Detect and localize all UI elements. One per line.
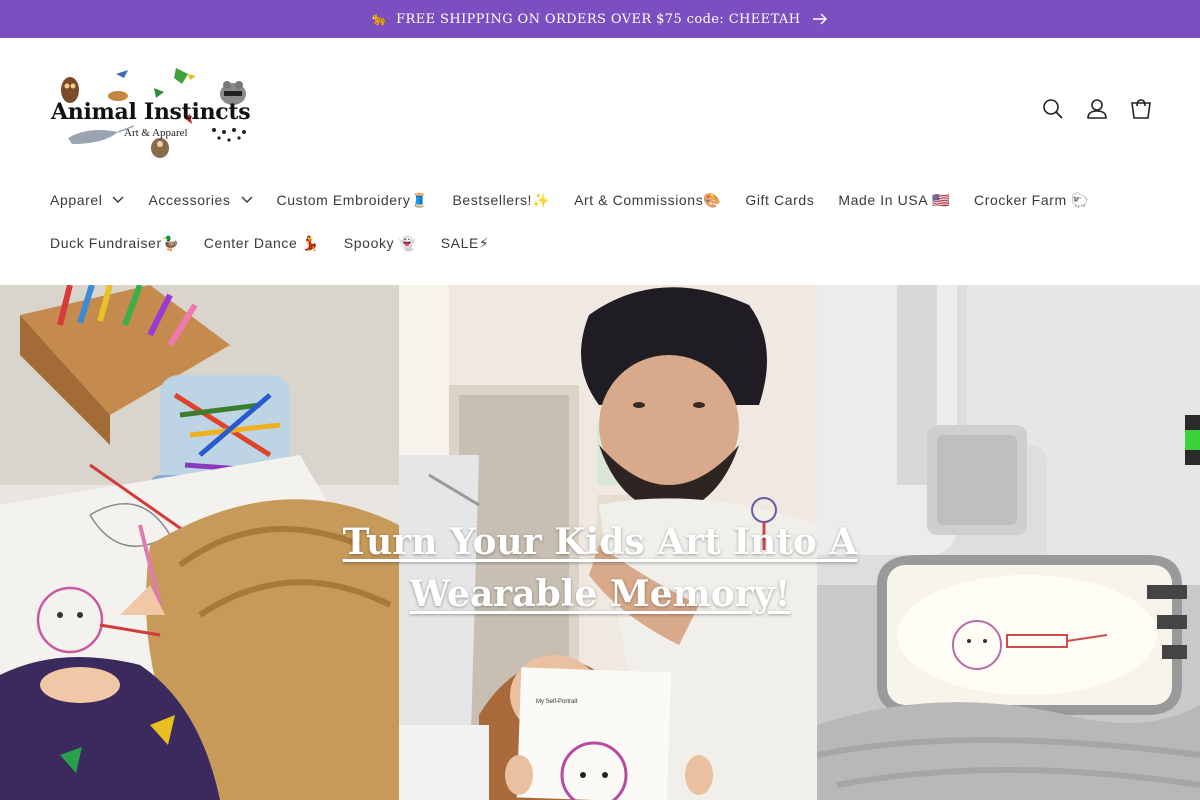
nav-item-center-dance[interactable]: Center Dance 💃	[204, 235, 320, 252]
nav-item-crocker-farm[interactable]: Crocker Farm 🐑	[974, 192, 1089, 209]
announcement-bar[interactable]: 🐆 FREE SHIPPING ON ORDERS OVER $75 code:…	[0, 0, 1200, 38]
nav-item-gift-cards[interactable]: Gift Cards	[745, 192, 814, 208]
nav-item-label: Duck Fundraiser🦆	[50, 234, 180, 251]
nav-item-spooky[interactable]: Spooky 👻	[344, 235, 417, 252]
nav-item-bestsellers[interactable]: Bestsellers!✨	[452, 192, 550, 209]
nav-item-label: Apparel	[50, 192, 103, 208]
cart-icon[interactable]	[1130, 98, 1152, 120]
search-icon[interactable]	[1042, 98, 1064, 120]
nav-item-label: Bestsellers!✨	[452, 191, 551, 208]
logo-name: Animal Instincts	[51, 99, 251, 125]
nav-item-label: Custom Embroidery🧵	[276, 191, 429, 208]
nav-row-1: Apparel Accessories Custom Embroidery🧵 B…	[50, 188, 1150, 212]
account-icon[interactable]	[1086, 98, 1108, 120]
arrow-right-icon	[813, 13, 828, 25]
nav-item-sale[interactable]: SALE⚡	[441, 235, 490, 252]
chevron-down-icon	[112, 196, 124, 203]
nav-item-label: Accessories	[148, 192, 231, 208]
nav-item-duck-fundraiser[interactable]: Duck Fundraiser🦆	[50, 235, 180, 252]
nav-item-made-in-usa[interactable]: Made In USA 🇺🇸	[838, 192, 950, 209]
chevron-down-icon	[241, 196, 253, 203]
nav-item-label: Made In USA 🇺🇸	[838, 191, 950, 208]
nav-item-accessories[interactable]: Accessories	[148, 192, 253, 208]
cheetah-emoji: 🐆	[371, 11, 389, 27]
header-icons	[1042, 98, 1152, 120]
logo-subtitle: Art & Apparel	[124, 127, 188, 139]
nav-item-label: SALE⚡	[440, 234, 490, 251]
site-header: Animal Instincts Art & Apparel Apparel A…	[0, 38, 1200, 285]
hero-title-line-1: Turn Your Kids Art Into A	[342, 521, 858, 563]
paper-caption: My Self-Portrait	[536, 699, 578, 705]
nav-item-label: Gift Cards	[745, 192, 815, 208]
nav-item-label: Spooky 👻	[343, 234, 417, 251]
site-logo[interactable]: Animal Instincts Art & Apparel	[48, 64, 253, 162]
nav-item-art-commissions[interactable]: Art & Commissions🎨	[574, 192, 721, 209]
nav-item-custom-embroidery[interactable]: Custom Embroidery🧵	[277, 192, 429, 209]
main-navigation: Apparel Accessories Custom Embroidery🧵 B…	[50, 188, 1150, 274]
nav-item-apparel[interactable]: Apparel	[50, 192, 124, 208]
nav-row-2: Duck Fundraiser🦆 Center Dance 💃 Spooky 👻…	[50, 231, 1150, 255]
hero-title[interactable]: Turn Your Kids Art Into A Wearable Memor…	[0, 516, 1200, 620]
nav-item-label: Center Dance 💃	[203, 234, 320, 251]
hero-title-line-2: Wearable Memory!	[409, 573, 791, 615]
hero-banner[interactable]: My Self-Portrait Turn Your Kids Art Into…	[0, 285, 1200, 800]
nav-item-label: Art & Commissions🎨	[574, 191, 722, 208]
nav-item-label: Crocker Farm 🐑	[973, 191, 1090, 208]
announcement-text[interactable]: FREE SHIPPING ON ORDERS OVER $75 code: C…	[396, 12, 800, 27]
